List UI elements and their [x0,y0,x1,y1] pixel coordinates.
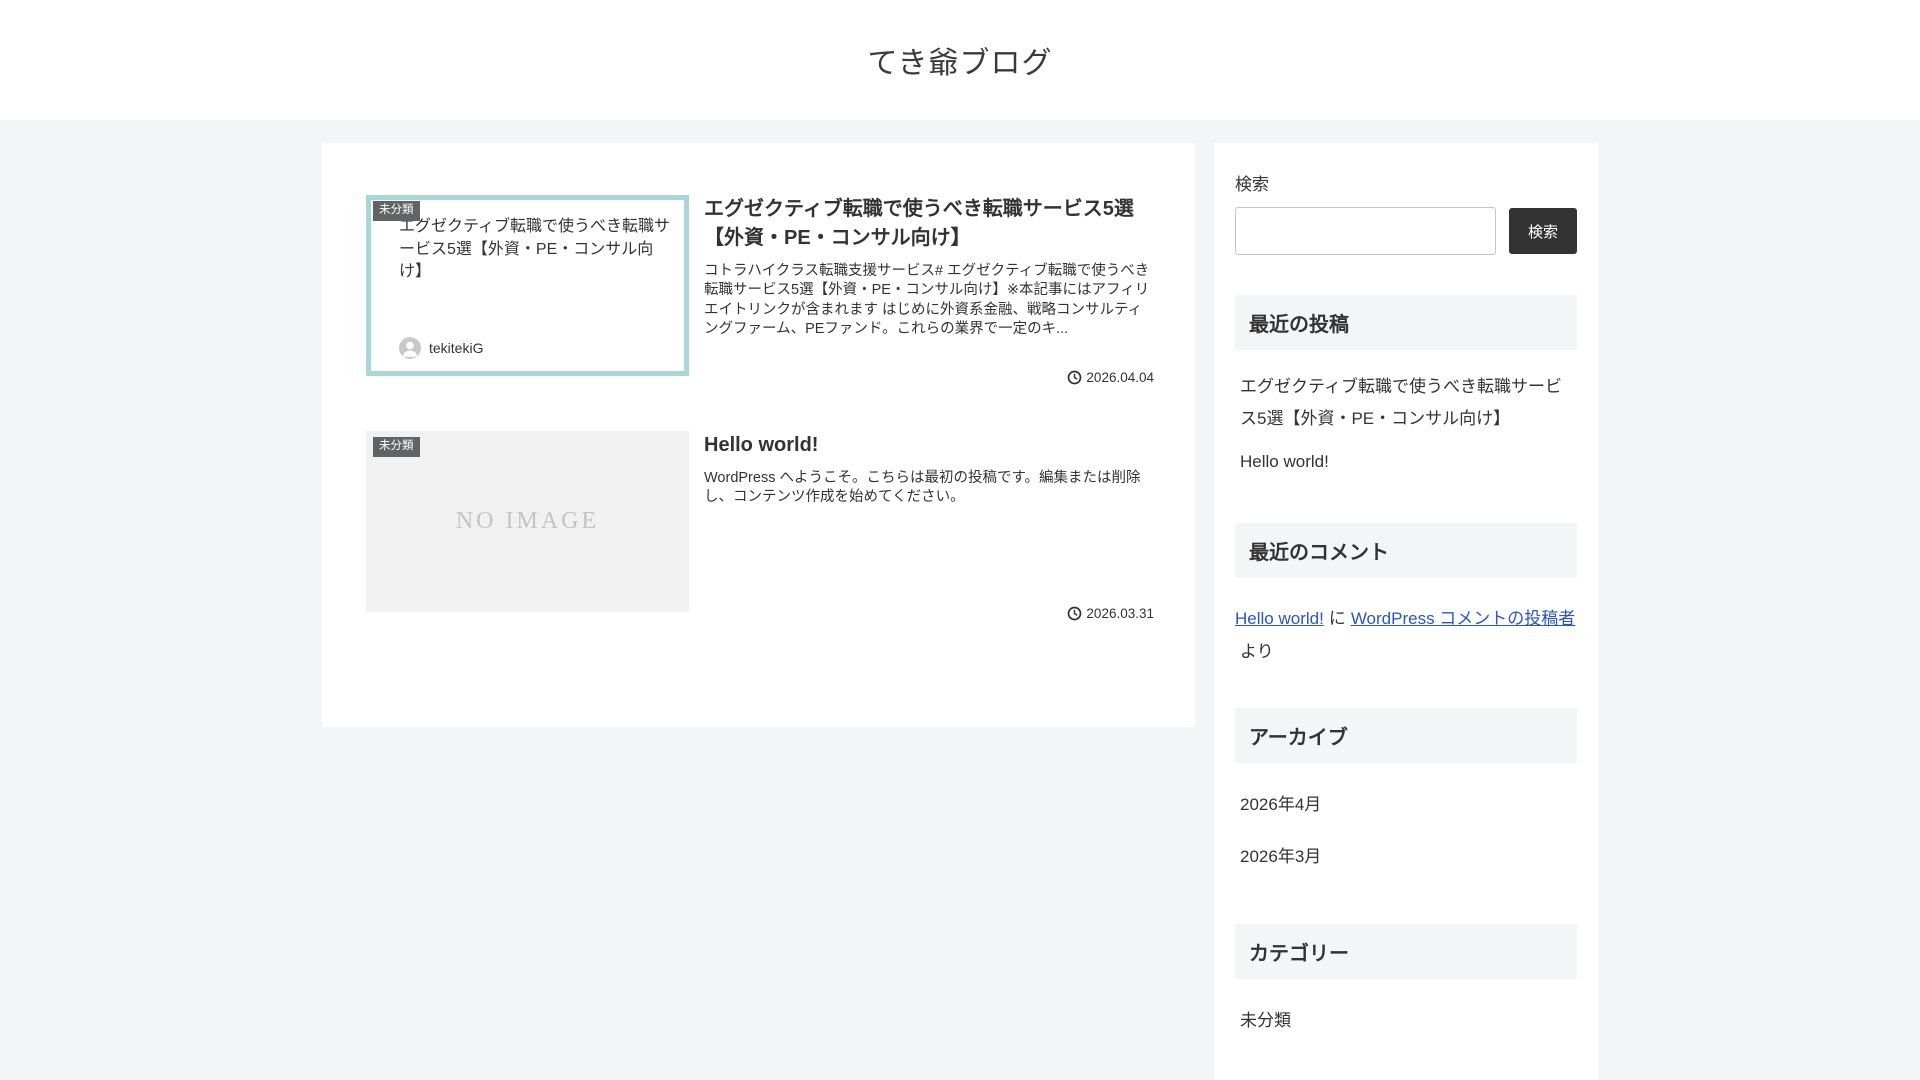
recent-posts-list: エグゼクティブ転職で使うべき転職サービス5選【外資・PE・コンサル向け】 Hel… [1235,366,1577,483]
recent-comments-heading: 最近のコメント [1235,522,1577,578]
categories-heading: カテゴリー [1235,923,1577,979]
search-widget: 検索 [1235,207,1577,255]
search-label: 検索 [1235,175,1269,194]
avatar-icon [399,337,421,359]
post-1-thumbnail: 未分類 エグゼクティブ転職で使うべき転職サービス5選【外資・PE・コンサル向け】… [366,195,689,376]
post-1-body: エグゼクティブ転職で使うべき転職サービス5選【外資・PE・コンサル向け】 コトラ… [704,195,1154,385]
sidebar: 検索 検索 最近の投稿 エグゼクティブ転職で使うべき転職サービス5選【外資・PE… [1214,143,1598,1080]
recent-posts-heading: 最近の投稿 [1235,295,1577,350]
comment-suffix: より [1240,642,1274,662]
category-badge[interactable]: 未分類 [373,201,420,221]
post-excerpt: WordPress へようこそ。こちらは最初の投稿です。編集または削除し、コンテ… [704,470,1141,506]
comment-author-link[interactable]: WordPress コメントの投稿者 [1351,609,1576,628]
clock-icon [1067,606,1082,621]
post-title[interactable]: エグゼクティブ転職で使うべき転職サービス5選【外資・PE・コンサル向け】 [704,195,1154,253]
recent-post-item[interactable]: エグゼクティブ転職で使うべき転職サービス5選【外資・PE・コンサル向け】 [1235,366,1577,441]
main-content: 未分類 エグゼクティブ転職で使うべき転職サービス5選【外資・PE・コンサル向け】… [322,143,1195,727]
post-2-thumbnail: 未分類 NO IMAGE [366,431,689,612]
post-2-body: Hello world! WordPress へようこそ。こちらは最初の投稿です… [704,431,1154,621]
categories-list: 未分類 [1235,995,1577,1047]
category-item[interactable]: 未分類 [1235,995,1577,1047]
recent-post-item[interactable]: Hello world! [1235,441,1577,483]
search-input[interactable] [1235,207,1496,255]
archive-item[interactable]: 2026年3月 [1235,831,1577,883]
author-row: tekitekiG [399,337,672,359]
site-header: てき爺ブログ [0,0,1920,120]
post-date-text: 2026.03.31 [1086,606,1154,621]
content-wrapper: 未分類 エグゼクティブ転職で使うべき転職サービス5選【外資・PE・コンサル向け】… [322,143,1598,1080]
post-date: 2026.04.04 [1067,370,1154,385]
post-card-1[interactable]: 未分類 エグゼクティブ転職で使うべき転職サービス5選【外資・PE・コンサル向け】… [366,195,1154,385]
post-date-text: 2026.04.04 [1086,370,1154,385]
site-title[interactable]: てき爺ブログ [867,38,1052,82]
clock-icon [1067,370,1082,385]
category-badge[interactable]: 未分類 [373,437,420,457]
post-excerpt: コトラハイクラス転職支援サービス# エグゼクティブ転職で使うべき転職サービス5選… [704,263,1150,337]
post-title[interactable]: Hello world! [704,431,1154,460]
search-button[interactable]: 検索 [1509,208,1577,254]
archives-list: 2026年4月 2026年3月 [1235,779,1577,884]
recent-comment-item: Hello world! に WordPress コメントの投稿者より [1235,602,1577,668]
archive-item[interactable]: 2026年4月 [1235,779,1577,831]
archives-heading: アーカイブ [1235,708,1577,764]
post-date: 2026.03.31 [1067,606,1154,621]
author-name: tekitekiG [429,340,484,356]
thumbnail-title: エグゼクティブ転職で使うべき転職サービス5選【外資・PE・コンサル向け】 [399,218,671,281]
post-card-2[interactable]: 未分類 NO IMAGE Hello world! WordPress へようこ… [366,431,1154,621]
comment-post-link[interactable]: Hello world! [1235,609,1324,628]
no-image-placeholder: NO IMAGE [455,508,600,534]
comment-connector: に [1328,608,1346,628]
